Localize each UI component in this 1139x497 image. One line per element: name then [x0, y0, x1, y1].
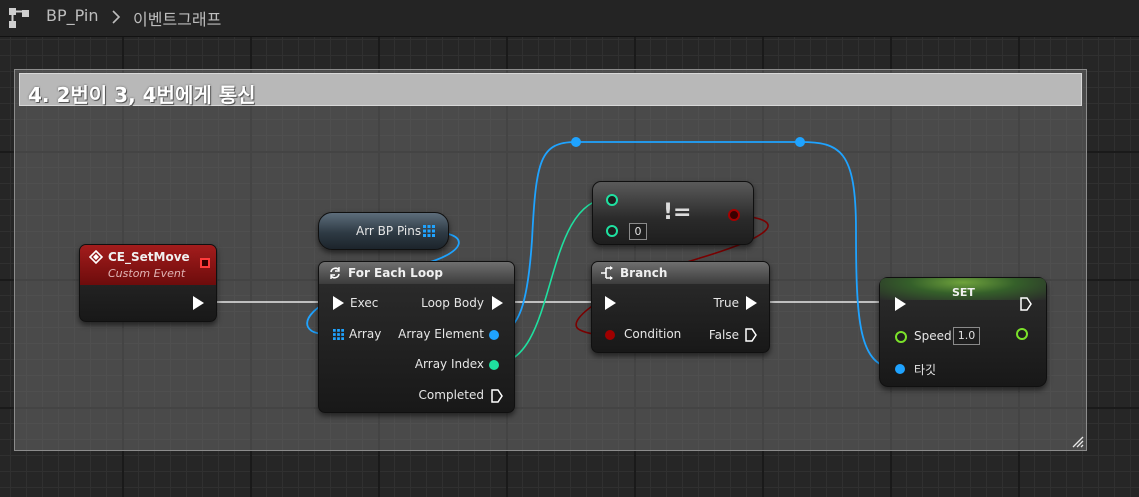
custom-event-node[interactable]: CE_SetMove Custom Event [79, 244, 217, 322]
for-each-loop-node[interactable]: For Each Loop Exec Array Loop Body Array… [318, 261, 515, 413]
custom-event-subtitle: Custom Event [108, 267, 186, 280]
true-pin[interactable] [746, 296, 757, 310]
delegate-pin-icon[interactable] [200, 258, 210, 268]
array-grid-icon[interactable] [423, 225, 435, 237]
branch-icon [601, 266, 613, 280]
branch-title: Branch [620, 266, 668, 280]
arr-bp-pins-node[interactable]: Arr BP Pins [318, 212, 449, 250]
condition-label: Condition [624, 327, 682, 341]
set-exec-out-pin[interactable] [1020, 297, 1032, 311]
branch-node[interactable]: Branch Condition True False [591, 261, 770, 353]
branch-header [592, 262, 769, 284]
loop-body-label: Loop Body [421, 296, 484, 310]
not-equal-input-b-pin[interactable] [606, 225, 618, 237]
exec-out-pin[interactable] [193, 296, 204, 310]
true-label: True [713, 296, 740, 310]
array-element-label: Array Element [398, 327, 484, 341]
target-pin[interactable] [895, 364, 905, 374]
event-diamond-icon [89, 250, 103, 264]
exec-in-pin[interactable] [333, 296, 344, 310]
not-equal-output-pin[interactable] [728, 209, 740, 221]
custom-event-title: CE_SetMove [108, 250, 190, 264]
set-title: SET [952, 286, 975, 299]
array-index-label: Array Index [414, 357, 484, 371]
target-label: 타깃 [914, 363, 937, 377]
not-equal-input-a-pin[interactable] [606, 194, 618, 206]
set-exec-in-pin[interactable] [895, 297, 906, 311]
not-equal-symbol: != [663, 200, 692, 225]
array-grid-icon[interactable] [333, 329, 344, 340]
branch-exec-in-pin[interactable] [605, 296, 616, 310]
set-node[interactable]: SET Speed 1.0 타깃 [879, 277, 1047, 387]
speed-label: Speed [914, 329, 952, 343]
completed-label: Completed [418, 388, 484, 402]
arr-bp-pins-label: Arr BP Pins [356, 224, 422, 238]
loop-body-pin[interactable] [492, 296, 503, 310]
speed-value-input[interactable]: 1.0 [953, 327, 980, 345]
array-index-pin[interactable] [489, 360, 499, 370]
speed-output-pin[interactable] [1016, 328, 1028, 340]
speed-input-pin[interactable] [895, 331, 907, 343]
condition-pin[interactable] [605, 330, 615, 340]
false-pin[interactable] [745, 328, 757, 342]
completed-pin[interactable] [491, 389, 503, 403]
not-equal-value-input[interactable]: 0 [629, 223, 647, 240]
array-label: Array [349, 327, 382, 341]
array-element-pin[interactable] [489, 330, 499, 340]
not-equal-node[interactable]: 0 != [592, 181, 754, 245]
loop-icon [330, 267, 340, 279]
exec-label: Exec [350, 296, 379, 310]
false-label: False [708, 328, 739, 342]
for-each-title: For Each Loop [348, 266, 443, 280]
